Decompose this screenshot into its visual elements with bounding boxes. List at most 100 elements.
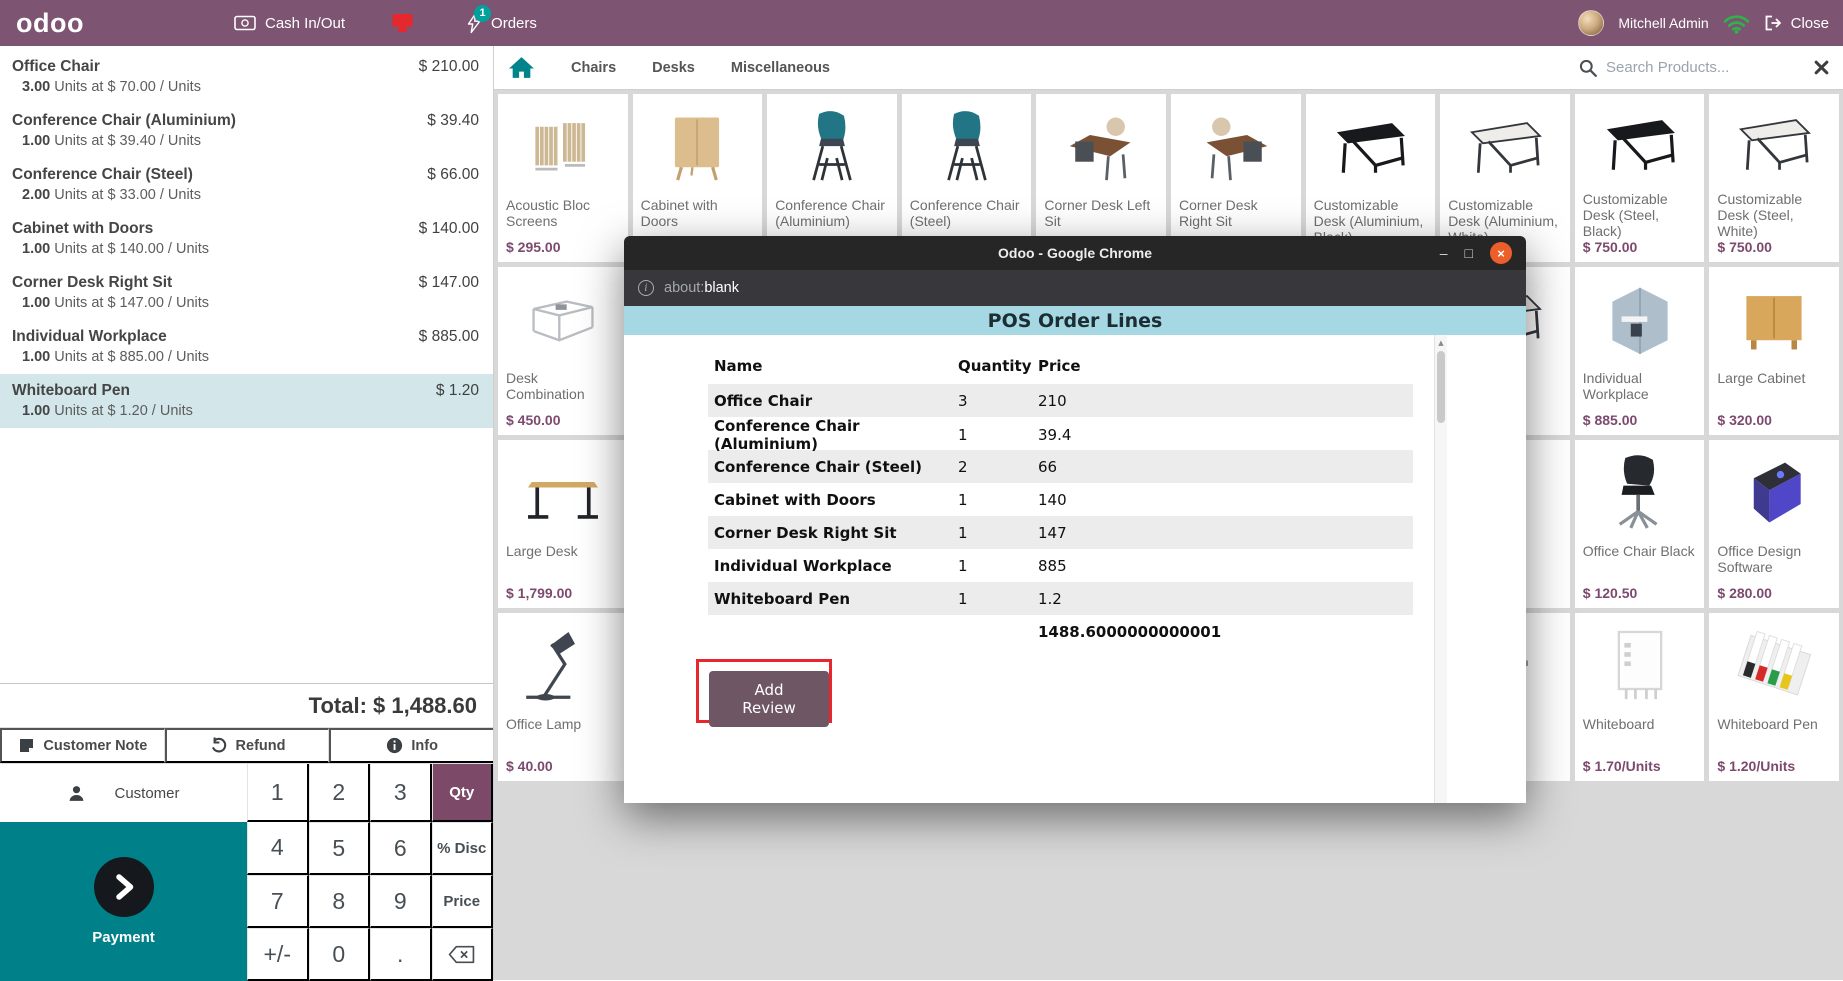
numpad-key-7[interactable]: 7 bbox=[247, 875, 309, 928]
numpad-key-5[interactable]: 5 bbox=[309, 822, 371, 875]
order-line[interactable]: Office Chair$ 210.003.00 Units at $ 70.0… bbox=[0, 50, 493, 104]
order-line[interactable]: Individual Workplace$ 885.001.00 Units a… bbox=[0, 320, 493, 374]
popup-content: POS Order Lines NameQuantityPriceOffice … bbox=[624, 306, 1526, 803]
order-lines-list: Office Chair$ 210.003.00 Units at $ 70.0… bbox=[0, 46, 493, 683]
product-card[interactable]: Desk Combination$ 450.00 bbox=[498, 267, 628, 435]
product-card[interactable]: Individual Workplace$ 885.00 bbox=[1575, 267, 1705, 435]
product-name: Conference Chair (Steel) bbox=[910, 197, 1024, 229]
maximize-button[interactable]: □ bbox=[1465, 245, 1473, 261]
minimize-button[interactable]: – bbox=[1440, 245, 1448, 261]
page-info-icon[interactable]: i bbox=[638, 280, 654, 296]
order-line[interactable]: Conference Chair (Aluminium)$ 39.401.00 … bbox=[0, 104, 493, 158]
order-line-amount: $ 210.00 bbox=[419, 58, 479, 76]
product-card[interactable]: Acoustic Bloc Screens$ 295.00 bbox=[498, 94, 628, 262]
address-bar[interactable]: i about:blank bbox=[624, 270, 1526, 306]
home-category-button[interactable] bbox=[508, 55, 535, 80]
order-line-product: Individual Workplace bbox=[12, 328, 167, 346]
customer-button[interactable]: Customer bbox=[0, 764, 247, 822]
popup-scrollbar[interactable]: ▲ bbox=[1434, 335, 1447, 803]
product-price: $ 320.00 bbox=[1717, 412, 1831, 429]
person-icon bbox=[67, 784, 86, 803]
close-session-button[interactable]: Close bbox=[1764, 15, 1829, 32]
window-close-button[interactable]: × bbox=[1490, 242, 1512, 264]
table-cell-quantity: 1 bbox=[952, 426, 1032, 444]
numpad-key-item[interactable]: . bbox=[370, 928, 432, 981]
numpad-key-item[interactable]: +/- bbox=[247, 928, 309, 981]
user-name[interactable]: Mitchell Admin bbox=[1618, 15, 1708, 31]
cash-in-out-button[interactable]: Cash In/Out bbox=[234, 15, 345, 32]
numpad-key-8[interactable]: 8 bbox=[309, 875, 371, 928]
chrome-titlebar[interactable]: Odoo - Google Chrome – □ × bbox=[624, 236, 1526, 270]
numpad-key-3[interactable]: 3 bbox=[370, 764, 432, 822]
product-image bbox=[506, 99, 620, 195]
customer-note-button[interactable]: Customer Note bbox=[0, 728, 165, 763]
table-header: Name bbox=[708, 357, 952, 375]
order-line[interactable]: Corner Desk Right Sit$ 147.001.00 Units … bbox=[0, 266, 493, 320]
product-image bbox=[1717, 445, 1831, 541]
info-button[interactable]: Info bbox=[329, 728, 493, 763]
product-name: Office Design Software bbox=[1717, 543, 1831, 575]
customer-display-button[interactable] bbox=[391, 13, 414, 33]
product-card[interactable]: Office Design Software$ 280.00 bbox=[1709, 440, 1839, 608]
table-cell-name: Corner Desk Right Sit bbox=[708, 524, 952, 542]
product-card[interactable]: Customizable Desk (Steel, White)$ 750.00 bbox=[1709, 94, 1839, 262]
numpad-key-4[interactable]: 4 bbox=[247, 822, 309, 875]
url-value: blank bbox=[704, 280, 739, 296]
wifi-icon bbox=[1723, 13, 1750, 34]
numpad-key-qty[interactable]: Qty bbox=[432, 764, 494, 822]
scroll-thumb[interactable] bbox=[1437, 351, 1445, 423]
product-price: $ 295.00 bbox=[506, 239, 620, 256]
category-tab-desks[interactable]: Desks bbox=[652, 60, 695, 76]
numpad-key-backspace[interactable] bbox=[432, 928, 494, 981]
search-icon bbox=[1579, 59, 1597, 77]
product-name: Customizable Desk (Steel, White) bbox=[1717, 191, 1831, 239]
product-card[interactable]: Office Chair Black$ 120.50 bbox=[1575, 440, 1705, 608]
product-card[interactable]: Whiteboard$ 1.70/Units bbox=[1575, 613, 1705, 781]
table-cell-quantity: 1 bbox=[952, 524, 1032, 542]
product-image bbox=[1583, 272, 1697, 368]
product-name: Office Lamp bbox=[506, 716, 620, 732]
avatar[interactable] bbox=[1578, 10, 1604, 36]
chevron-right-icon bbox=[94, 857, 154, 917]
table-cell-price: 1.2 bbox=[1032, 590, 1413, 608]
search-input[interactable] bbox=[1606, 59, 1805, 76]
payment-button[interactable]: Payment bbox=[0, 822, 247, 981]
refund-button[interactable]: Refund bbox=[165, 728, 330, 763]
clear-search-icon[interactable] bbox=[1814, 60, 1829, 75]
product-image bbox=[775, 99, 889, 195]
scroll-up-arrow[interactable]: ▲ bbox=[1435, 339, 1447, 347]
table-row: Individual Workplace1885 bbox=[708, 549, 1413, 582]
order-line[interactable]: Whiteboard Pen$ 1.201.00 Units at $ 1.20… bbox=[0, 374, 493, 428]
order-line-quantity: 3.00 Units at $ 70.00 / Units bbox=[12, 79, 479, 95]
backspace-icon bbox=[448, 945, 475, 964]
orders-button[interactable]: 1 Orders bbox=[466, 13, 537, 34]
highlight-annotation: Add Review bbox=[696, 659, 832, 723]
order-line-product: Conference Chair (Aluminium) bbox=[12, 112, 236, 130]
order-line[interactable]: Conference Chair (Steel)$ 66.002.00 Unit… bbox=[0, 158, 493, 212]
odoo-logo: odoo bbox=[16, 8, 84, 39]
product-price: $ 450.00 bbox=[506, 412, 620, 429]
numpad-key-0[interactable]: 0 bbox=[309, 928, 371, 981]
table-header: Price bbox=[1032, 357, 1413, 375]
numpad-key-6[interactable]: 6 bbox=[370, 822, 432, 875]
product-image bbox=[1314, 99, 1428, 195]
numpad-key-price[interactable]: Price bbox=[432, 875, 494, 928]
product-card[interactable]: Large Desk$ 1,799.00 bbox=[498, 440, 628, 608]
order-line-product: Cabinet with Doors bbox=[12, 220, 153, 238]
numpad-key-1[interactable]: 1 bbox=[247, 764, 309, 822]
table-cell-quantity: 2 bbox=[952, 458, 1032, 476]
add-review-button[interactable]: Add Review bbox=[709, 671, 829, 727]
product-card[interactable]: Large Cabinet$ 320.00 bbox=[1709, 267, 1839, 435]
product-name: Whiteboard bbox=[1583, 716, 1697, 732]
numpad-key-9[interactable]: 9 bbox=[370, 875, 432, 928]
category-tab-chairs[interactable]: Chairs bbox=[571, 60, 616, 76]
product-card[interactable]: Customizable Desk (Steel, Black)$ 750.00 bbox=[1575, 94, 1705, 262]
numpad-key-2[interactable]: 2 bbox=[309, 764, 371, 822]
category-tab-miscellaneous[interactable]: Miscellaneous bbox=[731, 60, 830, 76]
product-search bbox=[1579, 59, 1829, 77]
product-card[interactable]: Office Lamp$ 40.00 bbox=[498, 613, 628, 781]
numpad-key-disc[interactable]: % Disc bbox=[432, 822, 494, 875]
order-line[interactable]: Cabinet with Doors$ 140.001.00 Units at … bbox=[0, 212, 493, 266]
product-card[interactable]: Whiteboard Pen$ 1.20/Units bbox=[1709, 613, 1839, 781]
chrome-window-title: Odoo - Google Chrome bbox=[998, 245, 1152, 261]
